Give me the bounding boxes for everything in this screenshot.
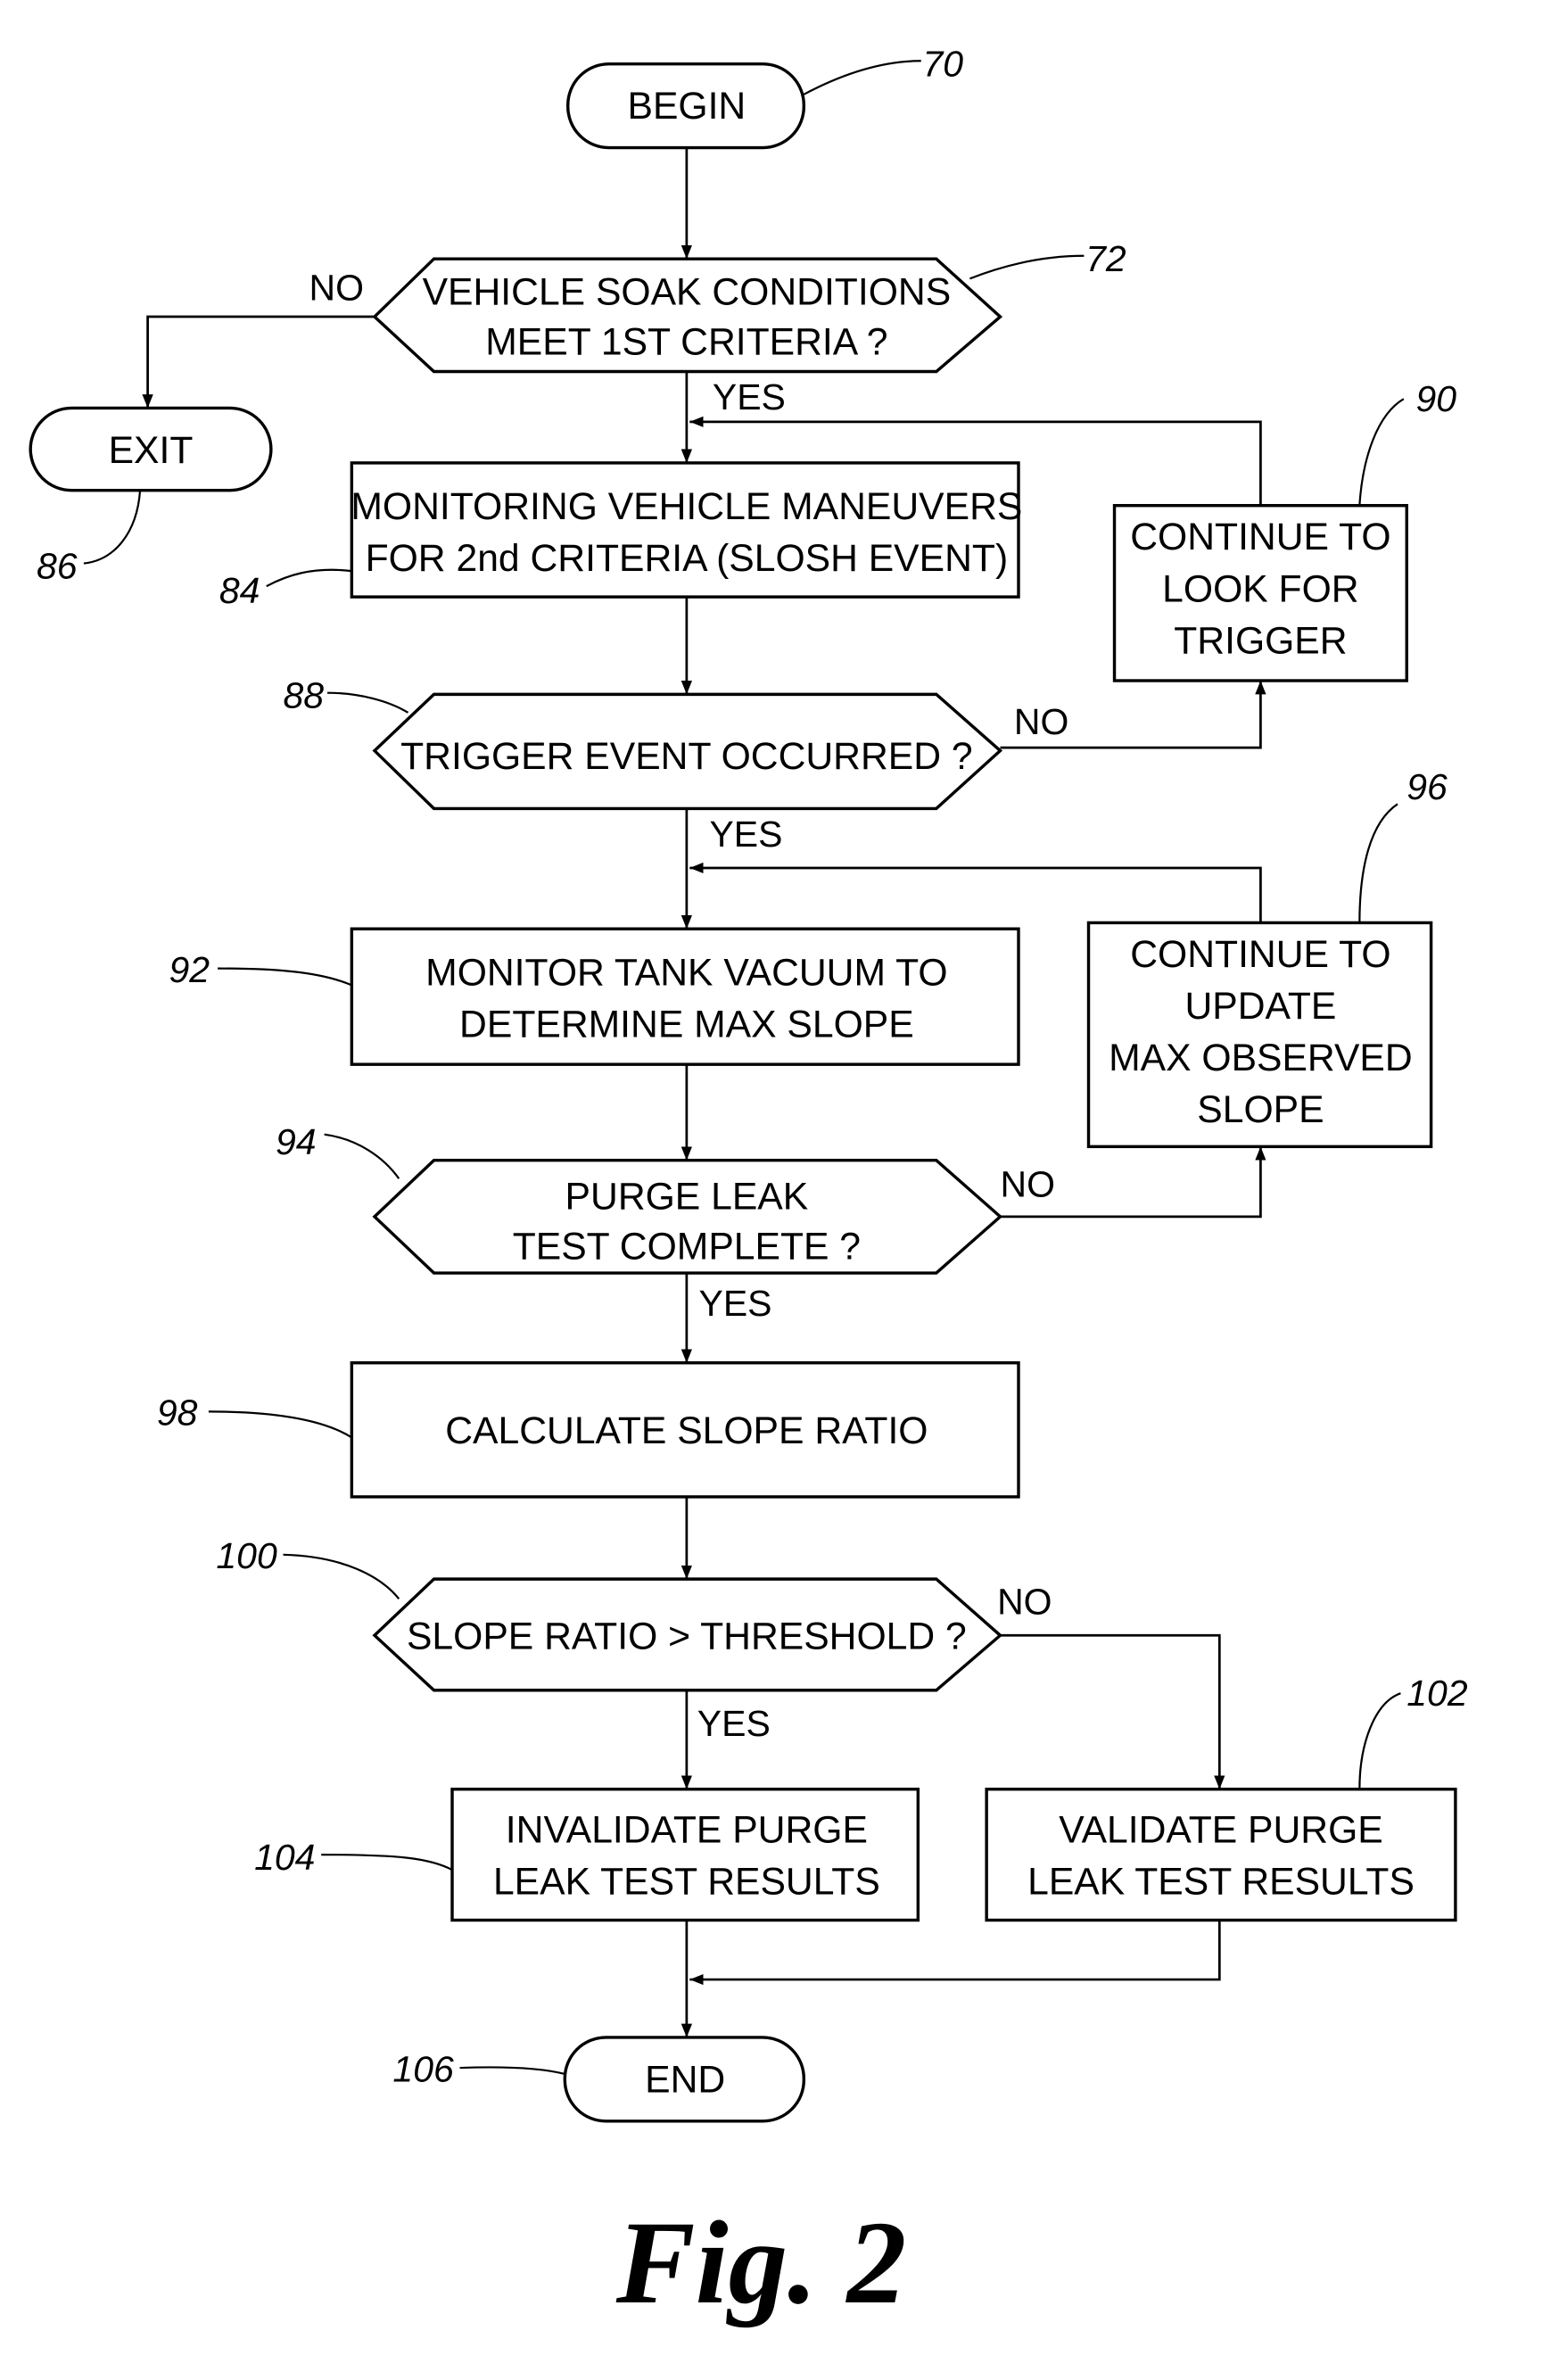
arrow-update-loop [689,862,1262,923]
exit-label: EXIT [109,429,194,472]
purge-line-2: TEST COMPLETE ? [513,1226,861,1269]
begin-label: BEGIN [627,85,746,128]
begin-terminal: BEGIN [566,62,806,150]
validate-line-2: LEAK TEST RESULTS [1027,1860,1415,1903]
decision-trigger-event: TRIGGER EVENT OCCURRED ? [372,692,1003,811]
leader-100 [283,1553,400,1600]
soak-line-1: VEHICLE SOAK CONDITIONS [423,270,952,313]
ref-90: 90 [1416,378,1457,419]
process-monitoring-maneuvers: MONITORING VEHICLE MANEUVERS FOR 2nd CRI… [350,461,1022,599]
no-label-trigger: NO [1014,701,1068,742]
no-label-soak: NO [309,267,364,308]
update-line-2: UPDATE [1184,985,1336,1028]
end-terminal: END [563,2036,806,2123]
arrow-validate-end [689,1920,1221,1986]
ref-106: 106 [392,2048,454,2089]
ref-70: 70 [922,43,963,84]
maneuvers-line-1: MONITORING VEHICLE MANEUVERS [351,485,1022,528]
figure-label: Fig. 2 [615,2196,906,2328]
maneuvers-line-2: FOR 2nd CRITERIA (SLOSH EVENT) [366,537,1009,580]
process-continue-update-slope: CONTINUE TO UPDATE MAX OBSERVED SLOPE [1086,921,1433,1149]
process-calculate-slope-ratio: CALCULATE SLOPE RATIO [350,1361,1020,1499]
leader-92 [218,967,352,987]
leader-90 [1358,398,1405,506]
ref-88: 88 [284,675,325,716]
ref-96: 96 [1406,766,1448,807]
continue-trigger-line-3: TRIGGER [1174,619,1347,662]
ref-104: 104 [254,1837,315,1878]
validate-line-1: VALIDATE PURGE [1059,1808,1382,1851]
ref-100: 100 [216,1535,277,1576]
vacuum-line-1: MONITOR TANK VACUUM TO [425,951,947,994]
soak-line-2: MEET 1ST CRITERIA ? [485,321,887,364]
process-monitor-tank-vacuum: MONITOR TANK VACUUM TO DETERMINE MAX SLO… [350,927,1020,1066]
no-label-purge: NO [1001,1164,1055,1205]
continue-trigger-line-1: CONTINUE TO [1130,516,1390,558]
leader-86 [83,490,142,565]
leader-98 [208,1410,352,1439]
ref-86: 86 [37,546,78,587]
leader-88 [327,691,409,714]
update-line-4: SLOPE [1197,1088,1324,1131]
leader-96 [1358,803,1398,923]
ref-72: 72 [1085,238,1126,279]
calc-line-1: CALCULATE SLOPE RATIO [445,1409,928,1452]
update-line-1: CONTINUE TO [1130,933,1390,976]
vacuum-line-2: DETERMINE MAX SLOPE [459,1003,914,1045]
leader-84 [266,568,352,588]
update-line-3: MAX OBSERVED [1109,1037,1413,1079]
leader-94 [324,1133,400,1179]
process-invalidate-results: INVALIDATE PURGE LEAK TEST RESULTS [450,1787,920,1922]
end-label: END [645,2058,725,2101]
yes-label-trigger: YES [709,814,782,855]
trigger-line-1: TRIGGER EVENT OCCURRED ? [400,735,973,778]
continue-trigger-line-2: LOOK FOR [1162,567,1358,610]
invalidate-line-1: INVALIDATE PURGE [506,1808,868,1851]
leader-104 [321,1853,453,1872]
ref-92: 92 [169,949,210,990]
ref-94: 94 [276,1121,317,1162]
yes-label-soak: YES [713,376,786,417]
no-label-threshold: NO [997,1581,1052,1622]
purge-line-1: PURGE LEAK [565,1175,809,1218]
leader-106 [459,2066,565,2075]
decision-slope-threshold: SLOPE RATIO > THRESHOLD ? [372,1577,1003,1692]
ref-98: 98 [157,1392,198,1434]
decision-soak-conditions: VEHICLE SOAK CONDITIONS MEET 1ST CRITERI… [372,257,1003,374]
threshold-line-1: SLOPE RATIO > THRESHOLD ? [407,1616,967,1658]
arrow-soak-exit [142,315,375,409]
flowchart: BEGIN 70 VEHICLE SOAK CONDITIONS MEET 1S… [29,43,1468,2328]
leader-70 [803,60,921,95]
arrow-threshold-validate [1000,1633,1225,1789]
exit-terminal: EXIT [29,406,273,492]
leader-102 [1358,1692,1401,1789]
invalidate-line-2: LEAK TEST RESULTS [493,1860,880,1903]
leader-72 [969,254,1085,280]
ref-84: 84 [219,570,260,611]
process-continue-look-for-trigger: CONTINUE TO LOOK FOR TRIGGER [1112,504,1408,682]
ref-102: 102 [1406,1673,1468,1714]
decision-purge-leak-complete: PURGE LEAK TEST COMPLETE ? [372,1159,1003,1275]
process-validate-results: VALIDATE PURGE LEAK TEST RESULTS [985,1787,1457,1922]
yes-label-threshold: YES [697,1703,771,1744]
yes-label-purge: YES [699,1283,772,1324]
